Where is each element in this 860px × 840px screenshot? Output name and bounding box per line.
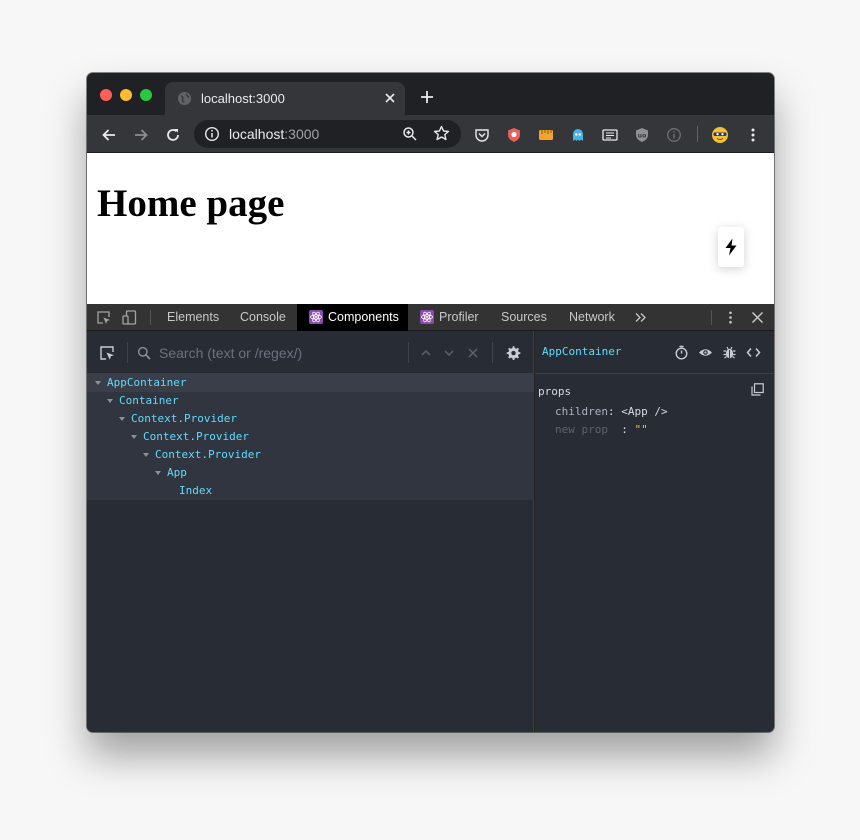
- address-bar[interactable]: localhost:3000: [194, 120, 461, 148]
- tree-node-label: App: [167, 466, 187, 479]
- tab-console[interactable]: Console: [240, 304, 286, 331]
- devtools-panel: Elements Console Components Profiler Sou…: [87, 304, 774, 732]
- more-vertical-icon[interactable]: [745, 127, 761, 143]
- browser-tab[interactable]: localhost:3000: [165, 82, 405, 115]
- tree-node[interactable]: App: [87, 464, 534, 482]
- tree-node-label: Context.Provider: [155, 448, 261, 461]
- inspector-header: AppContainer: [535, 331, 774, 374]
- props-section-label: props: [538, 385, 572, 398]
- more-tabs-chevron-icon[interactable]: [633, 310, 648, 325]
- device-toolbar-icon[interactable]: [122, 310, 137, 325]
- tree-node-label: Index: [179, 484, 213, 497]
- tree-node[interactable]: Context.Provider: [87, 428, 534, 446]
- tab-elements[interactable]: Elements: [167, 304, 219, 331]
- tab-profiler-label: Profiler: [439, 310, 479, 324]
- settings-gear-icon[interactable]: [505, 345, 521, 361]
- next-result-icon[interactable]: [441, 345, 457, 361]
- bookmark-star-icon[interactable]: [433, 125, 450, 142]
- expand-caret-icon[interactable]: [107, 399, 113, 403]
- tree-node-label: AppContainer: [107, 376, 187, 389]
- maximize-window-button[interactable]: [140, 89, 152, 101]
- stopwatch-icon[interactable]: [674, 345, 689, 360]
- tab-divider: [150, 310, 151, 325]
- tree-node-label: Context.Provider: [143, 430, 249, 443]
- clear-search-icon[interactable]: [465, 345, 481, 361]
- info-icon[interactable]: [204, 126, 220, 142]
- close-tab-icon[interactable]: [383, 91, 397, 105]
- tab-strip: localhost:3000: [87, 73, 774, 115]
- view-source-icon[interactable]: [746, 345, 761, 360]
- zoom-icon[interactable]: [402, 126, 418, 142]
- react-logo-icon: [309, 309, 323, 324]
- browser-window: localhost:3000 localhost:3000 uo Home pa…: [87, 73, 774, 732]
- reload-icon[interactable]: [164, 126, 182, 144]
- prop-row-children[interactable]: children: <App />: [555, 405, 668, 418]
- tab-title: localhost:3000: [201, 91, 285, 106]
- url-text: localhost:3000: [229, 126, 320, 142]
- tab-components[interactable]: Components: [297, 304, 408, 331]
- expand-caret-icon[interactable]: [143, 453, 149, 457]
- page-viewport: Home page: [87, 153, 774, 304]
- react-logo-icon: [420, 309, 434, 324]
- close-window-button[interactable]: [100, 89, 112, 101]
- toolbar-separator: [697, 126, 698, 142]
- tree-node-label: Container: [119, 394, 179, 407]
- reader-extension-icon[interactable]: [602, 127, 618, 143]
- search-divider: [492, 342, 493, 363]
- ghost-extension-icon[interactable]: [570, 127, 586, 143]
- inspect-element-icon[interactable]: [96, 310, 111, 325]
- new-tab-icon[interactable]: [419, 89, 435, 105]
- search-divider: [127, 342, 128, 363]
- eye-icon[interactable]: [698, 345, 713, 360]
- page-heading: Home page: [97, 182, 285, 225]
- svg-text:uo: uo: [638, 133, 646, 140]
- tree-node-label: Context.Provider: [131, 412, 237, 425]
- expand-caret-icon[interactable]: [155, 471, 161, 475]
- bug-icon[interactable]: [722, 345, 737, 360]
- expand-caret-icon[interactable]: [119, 417, 125, 421]
- lightning-bolt-icon: [725, 238, 737, 256]
- pocket-icon[interactable]: [474, 127, 490, 143]
- devtools-menu-icon[interactable]: [723, 310, 738, 325]
- forward-arrow-icon[interactable]: [132, 126, 150, 144]
- expand-caret-icon[interactable]: [95, 381, 101, 385]
- selected-component-name: AppContainer: [542, 345, 622, 358]
- ruler-extension-icon[interactable]: [538, 127, 554, 143]
- previous-result-icon[interactable]: [418, 345, 434, 361]
- browser-toolbar: localhost:3000 uo: [87, 115, 774, 153]
- component-search-input[interactable]: [159, 342, 399, 364]
- close-devtools-icon[interactable]: [750, 310, 765, 325]
- tree-node[interactable]: Index: [87, 482, 534, 500]
- component-tree: AppContainer Container Context.Provider Con…: [87, 374, 534, 500]
- prop-row-new-prop[interactable]: new prop : "": [555, 423, 648, 436]
- tab-components-label: Components: [328, 310, 399, 324]
- minimize-window-button[interactable]: [120, 89, 132, 101]
- ublock-icon[interactable]: uo: [634, 127, 650, 143]
- expand-caret-icon[interactable]: [131, 435, 137, 439]
- disabled-info-icon[interactable]: [666, 127, 682, 143]
- tree-node[interactable]: Container: [87, 392, 534, 410]
- tree-node[interactable]: Context.Provider: [87, 446, 534, 464]
- globe-icon: [177, 91, 192, 106]
- copy-icon[interactable]: [751, 383, 764, 396]
- new-prop-value-input[interactable]: "": [634, 423, 647, 436]
- tree-node[interactable]: AppContainer: [87, 374, 534, 392]
- tab-divider: [711, 310, 712, 325]
- avatar-icon[interactable]: [711, 126, 729, 144]
- select-element-icon[interactable]: [99, 345, 115, 361]
- search-icon: [137, 346, 151, 360]
- back-arrow-icon[interactable]: [100, 126, 118, 144]
- quick-action-button[interactable]: [718, 227, 744, 267]
- tree-node[interactable]: Context.Provider: [87, 410, 534, 428]
- new-prop-key-input[interactable]: new prop: [555, 423, 608, 436]
- component-search-bar: [87, 331, 534, 374]
- component-tree-panel: AppContainer Container Context.Provider Con…: [87, 331, 534, 732]
- tab-profiler[interactable]: Profiler: [420, 304, 479, 331]
- search-divider: [408, 342, 409, 363]
- devtools-tab-bar: Elements Console Components Profiler Sou…: [87, 304, 774, 331]
- component-inspector-panel: AppContainer props children: <App /> new…: [535, 331, 774, 732]
- tab-network[interactable]: Network: [569, 304, 615, 331]
- shield-extension-icon[interactable]: [506, 127, 522, 143]
- tab-sources[interactable]: Sources: [501, 304, 547, 331]
